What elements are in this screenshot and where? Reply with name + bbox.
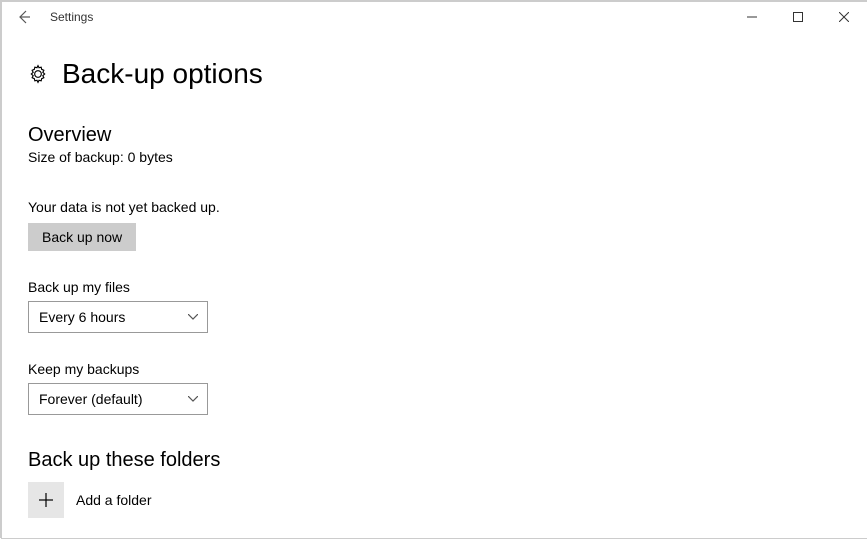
backup-retention-value: Forever (default) [39,391,142,407]
back-arrow-icon [16,9,32,25]
plus-tile [28,482,64,518]
backup-retention-select[interactable]: Forever (default) [28,383,208,415]
backup-size-text: Size of backup: 0 bytes [28,149,841,165]
backup-now-button[interactable]: Back up now [28,223,136,251]
maximize-button[interactable] [775,2,821,32]
back-button[interactable] [16,9,32,25]
content-area: Back-up options Overview Size of backup:… [2,32,867,518]
chevron-down-icon [187,311,199,323]
titlebar: Settings [2,2,867,32]
add-folder-button[interactable]: Add a folder [28,482,841,518]
backup-frequency-label: Back up my files [28,279,841,295]
page-heading-row: Back-up options [28,58,841,90]
close-button[interactable] [821,2,867,32]
gear-icon [28,64,48,84]
page-title: Back-up options [62,58,263,90]
backup-frequency-select[interactable]: Every 6 hours [28,301,208,333]
window-title: Settings [50,10,93,24]
minimize-button[interactable] [729,2,775,32]
window-controls [729,2,867,32]
backup-status-text: Your data is not yet backed up. [28,199,841,215]
plus-icon [38,492,54,508]
backup-frequency-value: Every 6 hours [39,309,125,325]
add-folder-label: Add a folder [76,492,152,508]
minimize-icon [747,12,757,22]
overview-heading: Overview [28,124,841,147]
close-icon [839,12,849,22]
folders-heading: Back up these folders [28,449,841,472]
chevron-down-icon [187,393,199,405]
backup-retention-label: Keep my backups [28,361,841,377]
maximize-icon [793,12,803,22]
